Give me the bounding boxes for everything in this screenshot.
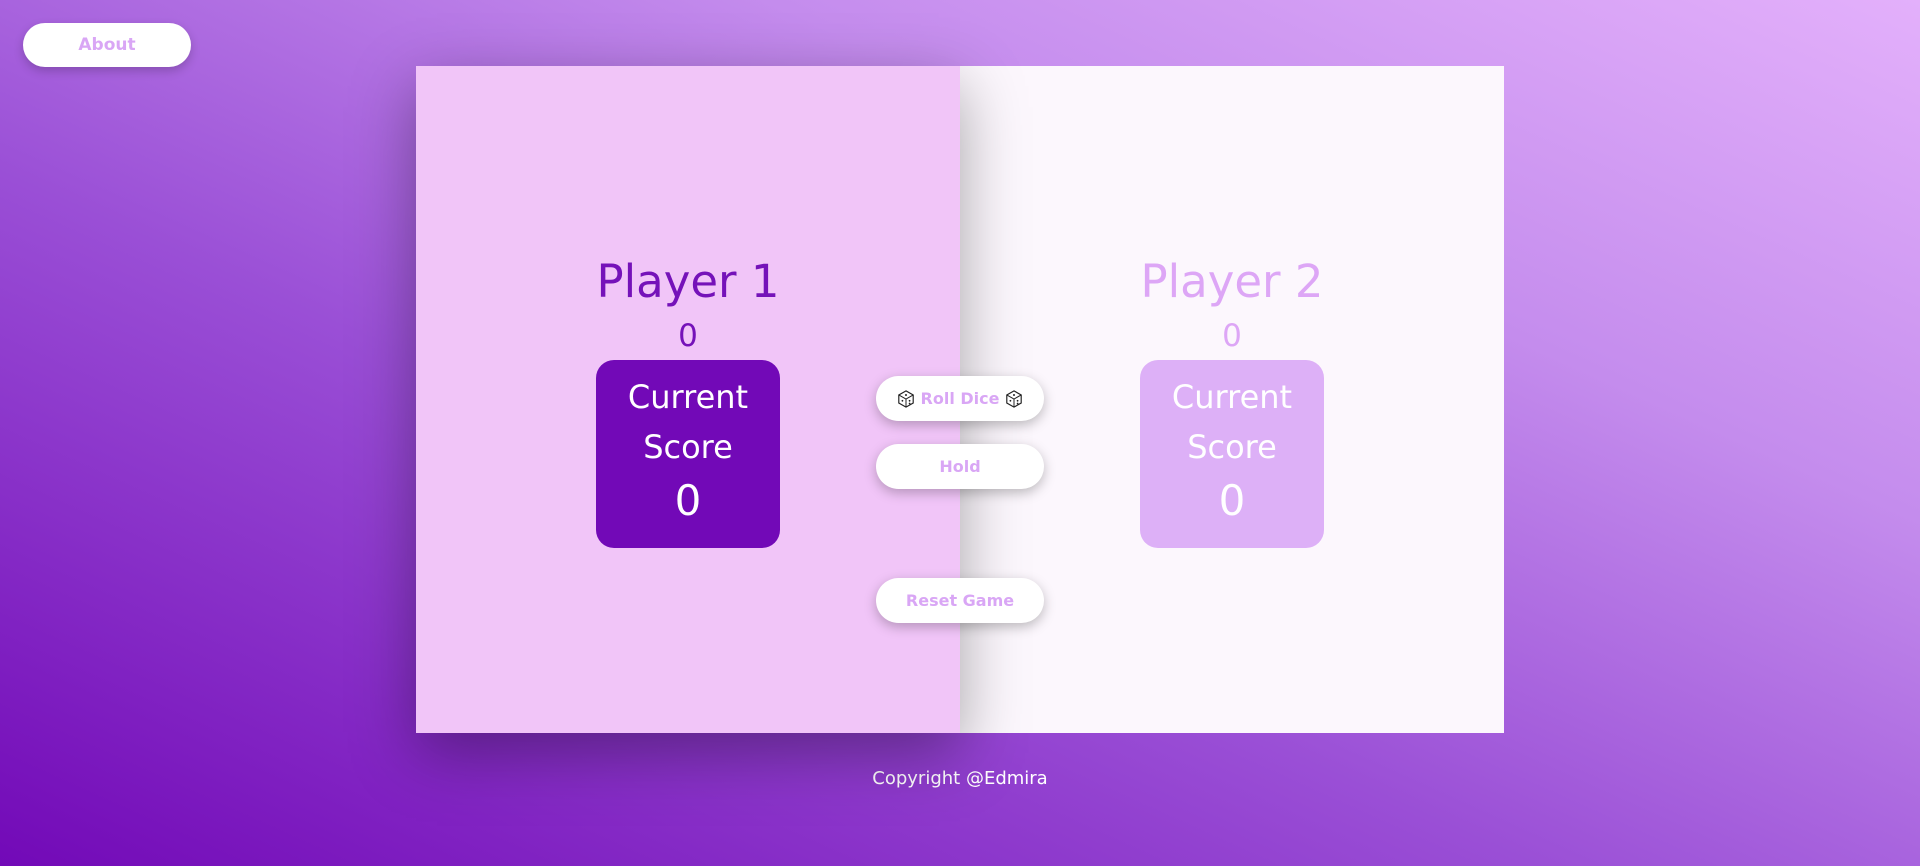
reset-game-button[interactable]: Reset Game xyxy=(876,578,1044,623)
hold-button[interactable]: Hold xyxy=(876,444,1044,489)
player-2-current-score: 0 xyxy=(1218,476,1246,525)
player-2-current-box: Current Score 0 xyxy=(1140,360,1324,548)
dice-icon xyxy=(1006,389,1023,408)
dice-icon xyxy=(897,389,914,408)
player-1-name: Player 1 xyxy=(596,255,780,308)
roll-dice-button[interactable]: Roll Dice xyxy=(876,376,1044,421)
player-2-total-score: 0 xyxy=(1222,318,1242,354)
about-button[interactable]: About xyxy=(23,23,191,67)
player-1-current-score: 0 xyxy=(674,476,702,525)
player-2-name: Player 2 xyxy=(1140,255,1324,308)
player-1-total-score: 0 xyxy=(678,318,698,354)
player-1-current-box: Current Score 0 xyxy=(596,360,780,548)
player-1-current-label: Current Score xyxy=(627,378,749,466)
player-2-current-label: Current Score xyxy=(1171,378,1293,466)
roll-dice-label: Roll Dice xyxy=(920,389,1000,408)
copyright-footer: Copyright @Edmira xyxy=(872,768,1048,789)
